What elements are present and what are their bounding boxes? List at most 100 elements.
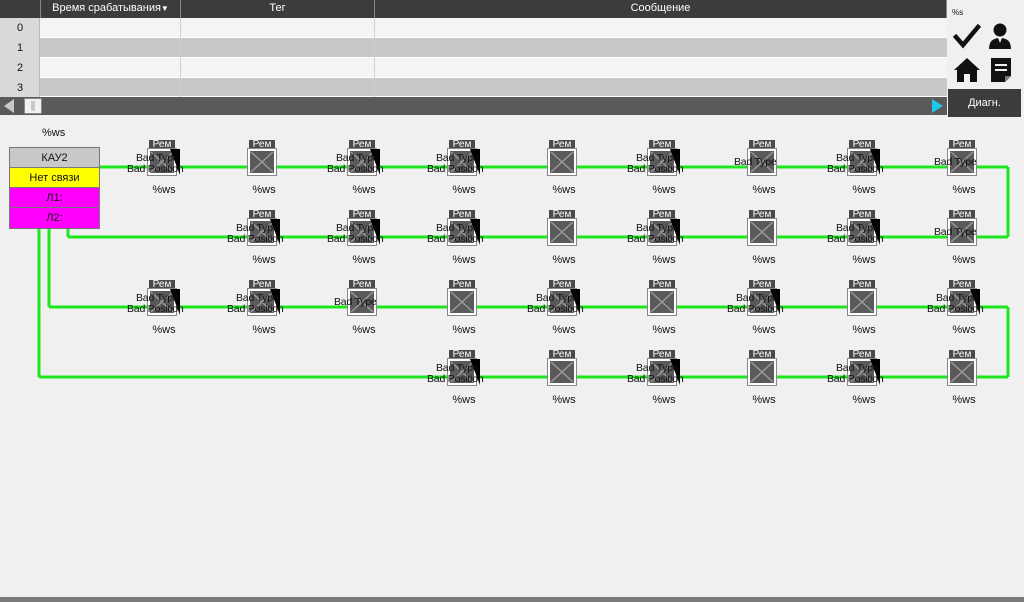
device-ws-label: %ws — [552, 184, 576, 196]
bad-position-label: Bad Position — [827, 233, 884, 245]
sensor-device[interactable]: РемBad TypeBad PositionBad Type%ws — [646, 280, 682, 336]
line1-status: Л1: — [10, 188, 99, 208]
sensor-icon — [247, 148, 277, 176]
sensor-icon — [947, 358, 977, 386]
sensor-device[interactable]: РемBad TypeBad PositionBad Type%ws — [627, 350, 684, 407]
device-ws-label: %ws — [152, 184, 176, 196]
device-ws-label: %ws — [752, 324, 776, 336]
bad-position-label: Bad Position — [627, 373, 684, 385]
sensor-device[interactable]: РемBad TypeBad PositionBad Type%ws — [627, 140, 684, 197]
sensor-device[interactable]: РемBad TypeBad PositionBad Type%ws — [927, 280, 984, 337]
device-ws-label: %ws — [252, 324, 276, 336]
bad-position-label: Bad Position — [227, 303, 284, 315]
sensor-device[interactable]: РемBad TypeBad PositionBad Type%ws — [427, 350, 484, 407]
sensor-icon — [747, 218, 777, 246]
sensor-device[interactable]: РемBad TypeBad PositionBad Type%ws — [546, 350, 582, 406]
device-ws-label: %ws — [752, 184, 776, 196]
device-ws-label: %ws — [452, 324, 476, 336]
sensor-icon — [547, 148, 577, 176]
bad-position-label: Bad Position — [327, 163, 384, 175]
device-ws-label: %ws — [252, 184, 276, 196]
sensor-device[interactable]: РемBad TypeBad PositionBad Type%ws — [227, 280, 284, 337]
sensor-device[interactable]: РемBad TypeBad PositionBad Type%ws — [527, 280, 584, 337]
bad-type-label: Bad Type — [734, 156, 777, 168]
bad-position-label: Bad Position — [327, 233, 384, 245]
sensor-icon — [547, 218, 577, 246]
sensor-icon — [547, 358, 577, 386]
device-ws-label: %ws — [352, 324, 376, 336]
bad-position-label: Bad Position — [127, 303, 184, 315]
device-ws-label: %ws — [152, 324, 176, 336]
bad-type-label: Bad Type — [334, 296, 377, 308]
bad-position-label: Bad Position — [427, 373, 484, 385]
bad-position-label: Bad Position — [827, 163, 884, 175]
device-ws-label: %ws — [652, 394, 676, 406]
device-ws-label: %ws — [952, 324, 976, 336]
sensor-device[interactable]: РемBad TypeBad PositionBad Type%ws — [946, 350, 982, 406]
bad-position-label: Bad Position — [427, 163, 484, 175]
device-ws-label: %ws — [652, 254, 676, 266]
sensor-device[interactable]: РемBad TypeBad PositionBad Type%ws — [934, 140, 982, 196]
bad-position-label: Bad Position — [727, 303, 784, 315]
device-ws-label: %ws — [952, 394, 976, 406]
bad-position-label: Bad Position — [227, 233, 284, 245]
device-ws-label: %ws — [752, 394, 776, 406]
sensor-device[interactable]: РемBad TypeBad PositionBad Type%ws — [127, 280, 184, 337]
controller-name: КАУ2 — [10, 148, 99, 168]
device-ws-label: %ws — [552, 254, 576, 266]
sensor-device[interactable]: РемBad TypeBad PositionBad Type%ws — [427, 210, 484, 267]
device-ws-label: %ws — [352, 184, 376, 196]
sensor-icon — [647, 288, 677, 316]
bad-position-label: Bad Position — [127, 163, 184, 175]
sensor-device[interactable]: РемBad TypeBad PositionBad Type%ws — [327, 140, 384, 197]
sensor-device[interactable]: РемBad TypeBad PositionBad Type%ws — [127, 140, 184, 197]
sensor-device[interactable]: РемBad TypeBad PositionBad Type%ws — [934, 210, 982, 266]
bad-position-label: Bad Position — [827, 373, 884, 385]
device-ws-label: %ws — [852, 254, 876, 266]
controller-status: Нет связи — [10, 168, 99, 188]
sensor-device[interactable]: РемBad TypeBad PositionBad Type%ws — [727, 280, 784, 337]
sensor-device[interactable]: РемBad TypeBad PositionBad Type%ws — [446, 280, 482, 336]
sensor-device[interactable]: РемBad TypeBad PositionBad Type%ws — [734, 140, 782, 196]
sensor-device[interactable]: РемBad TypeBad PositionBad Type%ws — [327, 210, 384, 267]
bad-position-label: Bad Position — [627, 233, 684, 245]
device-ws-label: %ws — [652, 324, 676, 336]
sensor-icon — [747, 358, 777, 386]
sensor-device[interactable]: РемBad TypeBad PositionBad Type%ws — [827, 140, 884, 197]
device-ws-label: %ws — [452, 394, 476, 406]
bad-position-label: Bad Position — [627, 163, 684, 175]
sensor-device[interactable]: РемBad TypeBad PositionBad Type%ws — [227, 210, 284, 267]
device-ws-label: %ws — [852, 184, 876, 196]
controller-ws-label: %ws — [42, 127, 66, 139]
device-ws-label: %ws — [652, 184, 676, 196]
bad-position-label: Bad Position — [527, 303, 584, 315]
line2-status: Л2: — [10, 208, 99, 228]
sensor-device[interactable]: РемBad TypeBad PositionBad Type%ws — [246, 140, 282, 196]
sensor-device[interactable]: РемBad TypeBad PositionBad Type%ws — [827, 350, 884, 407]
bad-type-label: Bad Type — [934, 226, 977, 238]
device-ws-label: %ws — [452, 254, 476, 266]
device-ws-label: %ws — [252, 254, 276, 266]
sensor-device[interactable]: РемBad TypeBad PositionBad Type%ws — [334, 280, 382, 336]
bottom-bar — [0, 597, 1024, 602]
device-ws-label: %ws — [952, 254, 976, 266]
device-ws-label: %ws — [852, 324, 876, 336]
sensor-device[interactable]: РемBad TypeBad PositionBad Type%ws — [546, 210, 582, 266]
sensor-device[interactable]: РемBad TypeBad PositionBad Type%ws — [746, 210, 782, 266]
sensor-icon — [447, 288, 477, 316]
sensor-device[interactable]: РемBad TypeBad PositionBad Type%ws — [546, 140, 582, 196]
device-ws-label: %ws — [852, 394, 876, 406]
device-ws-label: %ws — [452, 184, 476, 196]
sensor-device[interactable]: РемBad TypeBad PositionBad Type%ws — [846, 280, 882, 336]
device-ws-label: %ws — [352, 254, 376, 266]
bad-type-label: Bad Type — [934, 156, 977, 168]
device-ws-label: %ws — [552, 324, 576, 336]
sensor-device[interactable]: РемBad TypeBad PositionBad Type%ws — [627, 210, 684, 267]
controller-panel[interactable]: КАУ2 Нет связи Л1: Л2: — [9, 147, 100, 229]
sensor-device[interactable]: РемBad TypeBad PositionBad Type%ws — [746, 350, 782, 406]
device-ws-label: %ws — [552, 394, 576, 406]
device-ws-label: %ws — [952, 184, 976, 196]
device-ws-label: %ws — [752, 254, 776, 266]
sensor-device[interactable]: РемBad TypeBad PositionBad Type%ws — [427, 140, 484, 197]
sensor-device[interactable]: РемBad TypeBad PositionBad Type%ws — [827, 210, 884, 267]
